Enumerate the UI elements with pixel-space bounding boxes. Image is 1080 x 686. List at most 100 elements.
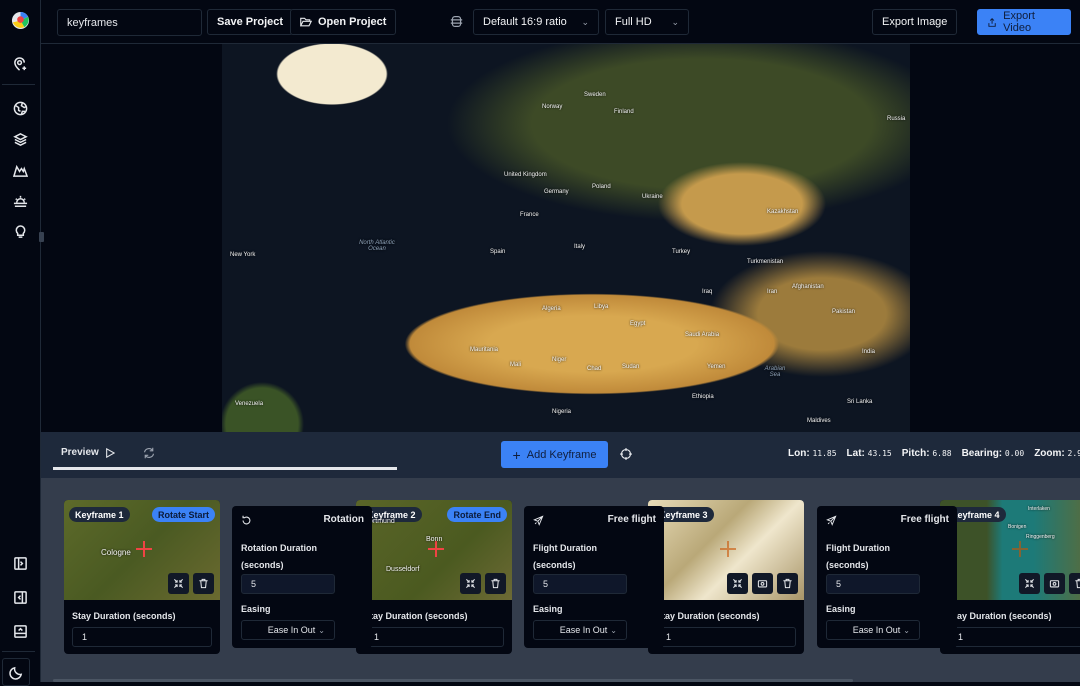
preview-button[interactable]: Preview [61, 447, 115, 458]
play-icon [105, 447, 115, 458]
map-label: Kazakhstan [767, 209, 799, 215]
export-video-label: Export Video [1003, 10, 1035, 34]
map-label: Saudi Arabia [685, 332, 720, 338]
place-label: Ringgenberg [1026, 534, 1055, 540]
stay-duration-label: Stay Duration (seconds) [364, 611, 468, 621]
panel-right-icon[interactable] [8, 551, 32, 575]
chevron-down-icon: ⌄ [581, 16, 589, 27]
map-label: Finland [614, 109, 634, 115]
fit-view-button[interactable] [727, 573, 748, 594]
keyframe-strip[interactable]: Keyframe 1 Rotate Start Cologne Stay Durati… [41, 478, 1080, 682]
layers-icon[interactable] [8, 127, 32, 151]
map-label: Pakistan [832, 309, 856, 315]
easing-value: Ease In Out [267, 625, 316, 635]
duration-input[interactable]: 5 [241, 574, 335, 594]
duration-input[interactable]: 5 [533, 574, 627, 594]
folder-open-icon [300, 17, 312, 27]
duration-unit-label: (seconds) [533, 560, 576, 570]
fit-view-button[interactable] [460, 573, 481, 594]
keyframe-card[interactable]: Keyframe 1 Rotate Start Cologne Stay Durati… [64, 500, 220, 654]
keyframe-card[interactable]: Keyframe 3 Stay Duration (seconds) 1 [648, 500, 804, 654]
map-label: United Kingdom [504, 172, 547, 178]
fit-view-button[interactable] [168, 573, 189, 594]
easing-select[interactable]: Ease In Out ⌄ [533, 620, 627, 640]
add-location-icon[interactable] [8, 52, 32, 76]
map-label: Iran [767, 289, 778, 295]
preview-progress-track[interactable] [53, 467, 397, 470]
globe-icon[interactable] [8, 96, 32, 120]
delete-keyframe-icon [199, 578, 208, 589]
delete-keyframe-button[interactable] [193, 573, 214, 594]
update-camera-button[interactable] [1044, 573, 1065, 594]
stay-duration-label: Stay Duration (seconds) [948, 611, 1052, 621]
map-label: Sudan [622, 364, 640, 370]
sidebar-resize-handle[interactable] [39, 232, 44, 242]
export-video-button[interactable]: Export Video [977, 9, 1071, 35]
map-label: Nigeria [552, 409, 572, 415]
delete-keyframe-button[interactable] [1069, 573, 1080, 594]
open-project-label: Open Project [318, 16, 387, 28]
preview-label: Preview [61, 447, 99, 458]
stay-duration-label: Stay Duration (seconds) [72, 611, 176, 621]
center-marker [1012, 541, 1028, 557]
easing-value: Ease In Out [852, 625, 901, 635]
fit-view-button[interactable] [1019, 573, 1040, 594]
panel-left-icon[interactable] [8, 585, 32, 609]
plane-icon [826, 515, 837, 529]
center-marker [428, 541, 444, 557]
sunrise-icon[interactable] [8, 189, 32, 213]
panel-bottom-icon[interactable] [8, 619, 32, 643]
delete-keyframe-button[interactable] [485, 573, 506, 594]
keyframe-card[interactable]: Keyframe 2 Rotate End Dortmund Bonn Dusseldo… [356, 500, 512, 654]
preview-progress-fill [53, 467, 397, 470]
delete-keyframe-button[interactable] [777, 573, 798, 594]
easing-label: Easing [241, 604, 271, 614]
keyframe-card[interactable]: Keyframe 4 Bonigen Ringgenberg Interlaken St… [940, 500, 1080, 654]
export-image-button[interactable]: Export Image [872, 9, 958, 35]
easing-select[interactable]: Ease In Out ⌄ [241, 620, 335, 640]
place-label: Bonn [426, 536, 443, 543]
transition-card[interactable]: Rotation Rotation Duration (seconds) 5 Easin… [232, 506, 372, 648]
place-label: Bonigen [1008, 524, 1027, 530]
place-label: Dusseldorf [386, 566, 420, 573]
ratio-select[interactable]: Default 16:9 ratio ⌄ [473, 9, 599, 35]
easing-label: Easing [533, 604, 563, 614]
loop-icon[interactable] [143, 447, 155, 462]
add-keyframe-button[interactable]: + Add Keyframe [501, 441, 608, 468]
app-logo[interactable] [8, 8, 32, 32]
map-label: Italy [574, 244, 586, 250]
update-camera-button[interactable] [752, 573, 773, 594]
project-name-input[interactable]: keyframes [57, 9, 202, 36]
easing-select[interactable]: Ease In Out ⌄ [826, 620, 920, 640]
stay-duration-input[interactable]: 1 [656, 627, 796, 647]
stay-duration-input[interactable]: 1 [72, 627, 212, 647]
transition-title: Free flight [900, 514, 949, 525]
lightbulb-icon[interactable] [8, 219, 32, 243]
center-marker [136, 541, 152, 557]
map-label: Niger [552, 357, 567, 363]
map-label: Maldives [807, 418, 831, 424]
open-project-button[interactable]: Open Project [290, 9, 397, 35]
stay-duration-input[interactable]: 1 [364, 627, 504, 647]
terrain-icon[interactable] [8, 158, 32, 182]
update-camera-icon [1049, 580, 1060, 588]
delete-keyframe-icon [783, 578, 792, 589]
save-project-label: Save Project [217, 16, 284, 28]
transition-card[interactable]: Free flight Flight Duration (seconds) 5 Easi… [817, 506, 957, 648]
map-label: France [520, 212, 539, 218]
transition-title: Rotation [323, 514, 364, 525]
map-label: Chad [587, 366, 602, 372]
duration-label: Flight Duration [826, 543, 890, 553]
save-project-button[interactable]: Save Project [207, 9, 294, 35]
transition-card[interactable]: Free flight Flight Duration (seconds) 5 Easi… [524, 506, 664, 648]
stay-duration-input[interactable]: 1 [948, 627, 1080, 647]
resolution-select[interactable]: Full HD ⌄ [605, 9, 689, 35]
map-viewport[interactable]: Finland Sweden Norway Russia United Kingdom G… [39, 44, 1080, 432]
duration-input[interactable]: 5 [826, 574, 920, 594]
camera-readout: Lon: 11.85 Lat: 43.15 Pitch: 6.88 Bearin… [778, 448, 1080, 459]
map-label: Iraq [702, 289, 713, 295]
sidebar-divider [2, 651, 35, 652]
fit-view-icon [1025, 579, 1034, 588]
map-canvas[interactable]: Finland Sweden Norway Russia United Kingdom G… [222, 44, 910, 432]
crosshair-icon[interactable] [620, 448, 632, 463]
